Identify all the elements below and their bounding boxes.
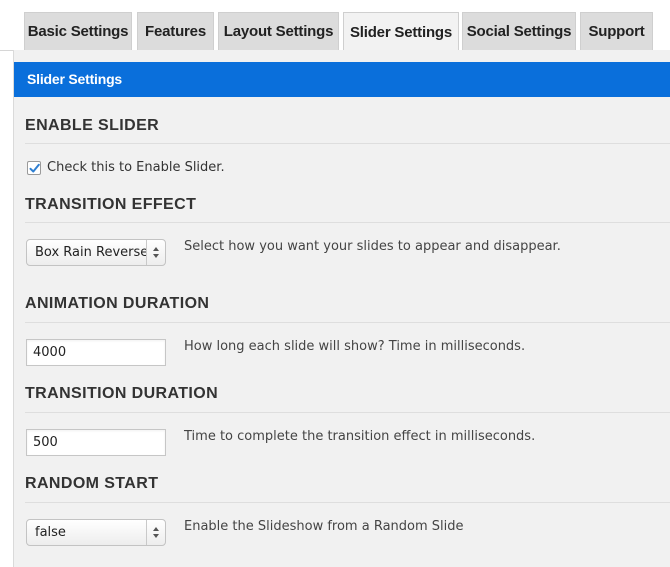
select-arrows-icon (146, 520, 165, 545)
enable-slider-label: Check this to Enable Slider. (47, 160, 225, 175)
animation-duration-heading: ANIMATION DURATION (25, 295, 210, 312)
random-start-description: Enable the Slideshow from a Random Slide (184, 519, 464, 534)
transition-duration-heading: TRANSITION DURATION (25, 385, 219, 402)
tab-slider-settings[interactable]: Slider Settings (343, 12, 459, 51)
transition-effect-select[interactable]: Box Rain Reverse (26, 239, 166, 266)
random-start-value: false (35, 525, 66, 540)
enable-slider-heading: ENABLE SLIDER (25, 117, 160, 134)
animation-duration-input[interactable] (26, 339, 166, 366)
tab-features[interactable]: Features (137, 12, 214, 50)
divider (25, 222, 670, 223)
select-arrows-icon (146, 240, 165, 265)
divider (25, 502, 670, 503)
checkmark-icon (29, 163, 40, 173)
random-start-heading: RANDOM START (25, 475, 159, 492)
divider (25, 143, 670, 144)
transition-effect-value: Box Rain Reverse (35, 245, 147, 260)
transition-duration-input[interactable] (26, 429, 166, 456)
transition-duration-description: Time to complete the transition effect i… (184, 429, 536, 444)
tab-support[interactable]: Support (580, 12, 653, 50)
divider (25, 322, 670, 323)
random-start-select[interactable]: false (26, 519, 166, 546)
tab-basic-settings[interactable]: Basic Settings (24, 12, 132, 50)
panel-title: Slider Settings (14, 62, 670, 97)
animation-duration-description: How long each slide will show? Time in m… (184, 339, 526, 354)
tab-layout-settings[interactable]: Layout Settings (218, 12, 339, 50)
divider (25, 412, 670, 413)
transition-effect-heading: TRANSITION EFFECT (25, 196, 197, 213)
settings-tab-bar: Basic Settings Features Layout Settings … (0, 0, 670, 51)
tab-social-settings[interactable]: Social Settings (462, 12, 576, 50)
slider-settings-panel: Slider Settings ENABLE SLIDER Check this… (13, 50, 670, 567)
enable-slider-checkbox[interactable] (27, 161, 41, 175)
transition-effect-description: Select how you want your slides to appea… (184, 239, 561, 254)
